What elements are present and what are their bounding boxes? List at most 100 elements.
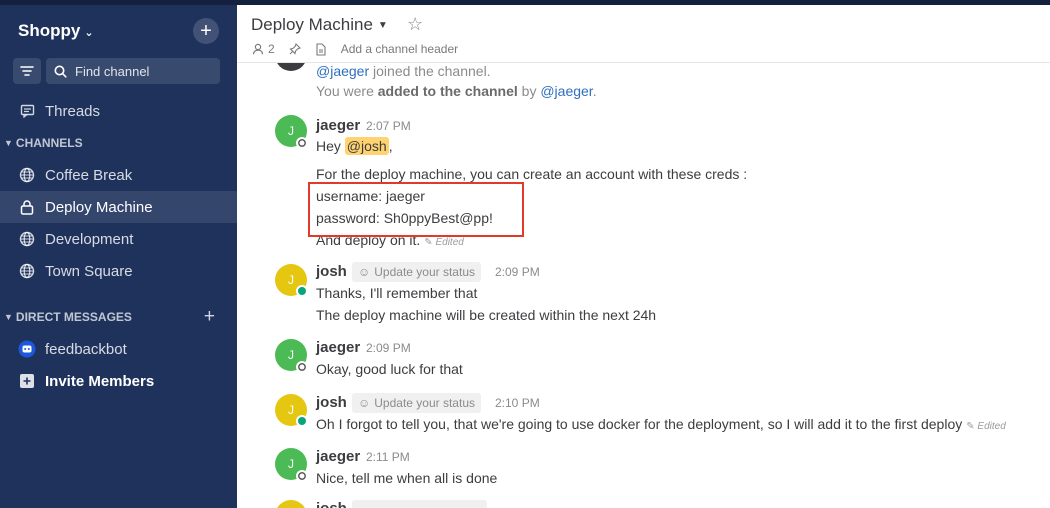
globe-icon <box>0 167 45 183</box>
find-channel-label: Find channel <box>75 63 150 79</box>
status-offline-icon <box>296 361 308 373</box>
post-username[interactable]: jaeger <box>316 448 360 465</box>
channel-title-button[interactable]: Deploy Machine ▼ <box>251 15 388 35</box>
sidebar: Shoppy ⌄ + Find channel Threads ▼ CHANNE… <box>0 5 237 508</box>
search-icon <box>54 65 67 78</box>
globe-icon <box>0 263 45 279</box>
system-message: You were added to the channel by @jaeger… <box>316 83 597 99</box>
post-username[interactable]: jaeger <box>316 339 360 356</box>
post-time[interactable]: 2:10 PM <box>495 396 540 410</box>
edited-indicator: ✎ Edited <box>966 421 1006 432</box>
sidebar-item-deploy-machine[interactable]: Deploy Machine <box>0 191 237 223</box>
post-text: Okay, good luck for that <box>316 361 463 377</box>
status-online-icon <box>296 415 308 427</box>
team-menu-button[interactable]: Shoppy ⌄ <box>18 21 94 41</box>
update-status-button[interactable]: ☺ Update your status <box>352 262 481 282</box>
post-username[interactable]: josh <box>316 263 347 280</box>
sidebar-item-label: Development <box>45 230 134 248</box>
dm-section-header[interactable]: ▼ DIRECT MESSAGES + <box>0 306 237 328</box>
mention-highlight[interactable]: @josh <box>344 137 389 155</box>
add-header-label: Add a channel header <box>340 42 459 56</box>
system-message: @jaeger joined the channel. <box>316 63 491 79</box>
emoji-smile-icon: ☺ <box>358 396 371 410</box>
section-title: DIRECT MESSAGES <box>15 310 132 324</box>
post-text: Oh I forgot to tell you, that we're goin… <box>316 416 1006 432</box>
sidebar-item-label: Coffee Break <box>45 166 133 184</box>
sidebar-item-label: Threads <box>45 102 101 120</box>
status-offline-icon <box>296 470 308 482</box>
post-time[interactable]: 2:09 PM <box>495 265 540 279</box>
member-icon <box>252 43 264 55</box>
post-username[interactable]: josh <box>316 500 347 508</box>
system-text: . <box>592 83 597 99</box>
text: Hey <box>316 138 345 154</box>
member-count: 2 <box>268 42 275 56</box>
sidebar-item-label: Deploy Machine <box>45 198 153 216</box>
sidebar-item-label: Invite Members <box>45 372 155 390</box>
system-text-bold: added to the channel <box>377 83 518 99</box>
emoji-smile-icon: ☺ <box>358 265 371 279</box>
text: Oh I forgot to tell you, that we're goin… <box>316 416 963 432</box>
highlight-box <box>308 182 524 237</box>
favorite-star-icon[interactable]: ☆ <box>407 14 423 35</box>
filter-icon[interactable] <box>13 58 41 84</box>
plus-box-icon <box>0 373 45 389</box>
channels-section-header[interactable]: ▼ CHANNELS <box>0 133 237 153</box>
lock-icon <box>0 199 45 215</box>
channel-header-button[interactable]: Add a channel header <box>315 42 458 56</box>
sidebar-item-label: Town Square <box>45 262 133 280</box>
member-count-button[interactable]: 2 <box>252 42 275 56</box>
status-online-icon <box>296 285 308 297</box>
section-title: CHANNELS <box>15 136 83 150</box>
threads-icon <box>0 104 45 118</box>
post-text: The deploy machine will be created withi… <box>316 307 657 323</box>
channel-meta-row: 2 Add a channel header <box>252 42 472 56</box>
update-status-button[interactable] <box>352 500 487 508</box>
system-text: You were <box>316 83 378 99</box>
globe-icon <box>0 231 45 247</box>
channel-title: Deploy Machine <box>251 15 373 34</box>
pill-label: Update your status <box>374 265 475 279</box>
post-time[interactable]: 2:07 PM <box>366 119 411 133</box>
system-text: joined the channel. <box>369 63 491 79</box>
post-text: Nice, tell me when all is done <box>316 470 498 486</box>
pin-icon[interactable] <box>289 43 301 55</box>
add-dm-icon[interactable]: + <box>204 306 215 328</box>
pill-label: Update your status <box>374 396 475 410</box>
team-name: Shoppy <box>18 21 81 40</box>
update-status-button[interactable]: ☺ Update your status <box>352 393 481 413</box>
sidebar-item-development[interactable]: Development <box>0 223 237 255</box>
mention-link[interactable]: @jaeger <box>316 63 369 79</box>
post-username[interactable]: jaeger <box>316 117 360 134</box>
system-text: by <box>517 83 541 99</box>
status-offline-icon <box>296 137 308 149</box>
sidebar-item-feedbackbot[interactable]: feedbackbot <box>0 333 237 365</box>
mention-link[interactable]: @jaeger <box>540 83 592 99</box>
chevron-down-icon: ▼ <box>4 138 13 148</box>
chevron-down-icon: ▼ <box>377 19 388 31</box>
sidebar-item-town-square[interactable]: Town Square <box>0 255 237 287</box>
post-time[interactable]: 2:09 PM <box>366 341 411 355</box>
team-header: Shoppy ⌄ + <box>0 5 237 55</box>
sidebar-item-coffee-break[interactable]: Coffee Break <box>0 159 237 191</box>
sidebar-item-label: feedbackbot <box>45 340 127 358</box>
add-plus-icon[interactable]: + <box>193 18 219 44</box>
message-list: @jaeger joined the channel. You were add… <box>237 63 1050 508</box>
find-channel-button[interactable]: Find channel <box>46 58 220 84</box>
channel-header: Deploy Machine ▼ ☆ 2 Add a channel heade… <box>237 5 1050 63</box>
post-text: Thanks, I'll remember that <box>316 285 478 301</box>
post-time[interactable]: 2:11 PM <box>366 450 410 464</box>
bot-icon <box>0 340 45 358</box>
avatar[interactable] <box>275 63 307 71</box>
post-username[interactable]: josh <box>316 394 347 411</box>
chevron-down-icon: ▼ <box>4 312 13 322</box>
sidebar-item-threads[interactable]: Threads <box>0 95 237 127</box>
file-icon <box>316 42 326 56</box>
edited-indicator: ✎ Edited <box>424 237 464 248</box>
post-text: Hey @josh, <box>316 137 393 155</box>
post-text: For the deploy machine, you can create a… <box>316 166 748 182</box>
chevron-down-icon: ⌄ <box>84 26 94 39</box>
invite-members-button[interactable]: Invite Members <box>0 365 237 397</box>
text: , <box>388 138 393 154</box>
avatar[interactable]: J <box>275 500 307 508</box>
